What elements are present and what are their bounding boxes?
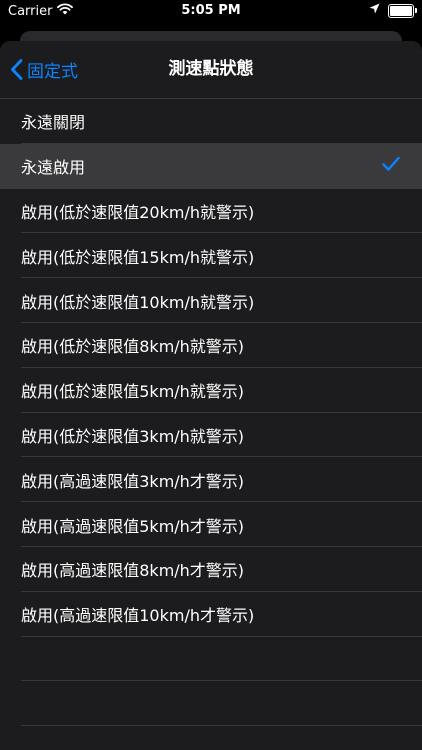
speed-camera-status-options: 永遠關閉永遠啟用啟用(低於速限值20km/h就警示) 啟用(低於速限值15km/h…	[0, 99, 422, 637]
option-label: 啟用(高過速限值5km/h才警示)	[21, 516, 245, 536]
option-row[interactable]: 啟用(低於速限值15km/h就警示)	[0, 233, 422, 279]
option-label: 啟用(高過速限值8km/h才警示)	[21, 561, 245, 581]
option-row[interactable]: 啟用(高過速限值5km/h才警示)	[0, 502, 422, 547]
battery-icon	[388, 3, 417, 18]
empty-row	[0, 636, 422, 682]
status-right	[369, 3, 417, 18]
option-label: 啟用(低於速限值5km/h就警示)	[21, 382, 245, 402]
option-label: 啟用(低於速限值20km/h就警示)	[21, 202, 255, 222]
option-row[interactable]: 永遠關閉	[0, 99, 422, 144]
option-row[interactable]: 啟用(高過速限值10km/h才警示)	[0, 591, 422, 637]
page-title: 測速點狀態	[168, 59, 254, 79]
checkmark-icon	[382, 156, 400, 176]
location-arrow-icon	[369, 3, 380, 18]
option-row[interactable]: 永遠啟用	[0, 143, 422, 189]
option-row[interactable]: 啟用(高過速限值3km/h才警示)	[0, 457, 422, 503]
option-label: 啟用(低於速限值3km/h就警示)	[21, 426, 245, 446]
screen: Carrier 5:05 PM 固定式 測速點狀態 永遠關閉 永遠啟用 啟用(低…	[0, 0, 422, 750]
option-row[interactable]: 啟用(低於速限值8km/h就警示)	[0, 322, 422, 368]
settings-sheet: 固定式 測速點狀態 永遠關閉永遠啟用啟用(低於速限值20km/h就警示) 啟用(低…	[0, 41, 422, 750]
option-label: 啟用(低於速限值8km/h就警示)	[21, 337, 245, 357]
status-bar: Carrier 5:05 PM	[0, 0, 422, 22]
option-label: 啟用(高過速限值10km/h才警示)	[21, 606, 255, 626]
navigation-bar: 固定式 測速點狀態	[0, 41, 422, 99]
option-row[interactable]: 啟用(高過速限值8km/h才警示)	[0, 546, 422, 592]
option-row[interactable]: 啟用(低於速限值3km/h就警示)	[0, 412, 422, 458]
option-label: 啟用(低於速限值10km/h就警示)	[21, 292, 255, 312]
battery-fill	[390, 5, 412, 16]
option-row[interactable]: 啟用(低於速限值5km/h就警示)	[0, 367, 422, 413]
option-label: 永遠啟用	[21, 158, 86, 178]
empty-row	[0, 681, 422, 727]
option-label: 啟用(低於速限值15km/h就警示)	[21, 247, 255, 267]
option-row[interactable]: 啟用(低於速限值10km/h就警示)	[0, 278, 422, 323]
option-label: 永遠關閉	[21, 113, 86, 133]
option-label: 啟用(高過速限值3km/h才警示)	[21, 471, 245, 491]
option-row[interactable]: 啟用(低於速限值20km/h就警示)	[0, 188, 422, 234]
status-time: 5:05 PM	[181, 3, 241, 18]
